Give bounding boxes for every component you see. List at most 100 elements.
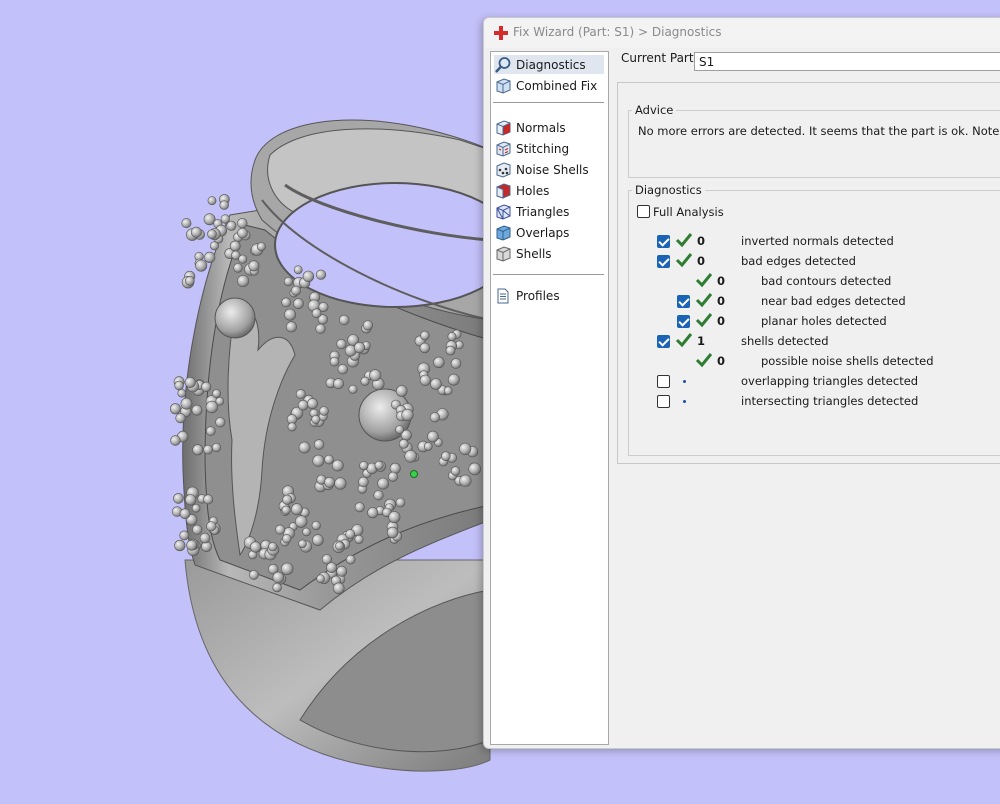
granulation-bead — [447, 373, 460, 386]
granulation-bead — [302, 527, 311, 537]
nav-separator — [493, 102, 604, 103]
granulation-bead — [192, 524, 203, 535]
shells-count: 1 — [697, 334, 706, 348]
granulation-bead — [184, 376, 196, 388]
intersecting-triangles-label: intersecting triangles detected — [741, 394, 919, 408]
granulation-bead — [212, 389, 221, 398]
granulation-bead — [433, 356, 445, 368]
nav-item-normals[interactable]: Normals — [494, 118, 604, 137]
granulation-bead — [201, 381, 212, 393]
nav-item-noise-shells[interactable]: Noise Shells — [494, 160, 604, 179]
granulation-bead — [388, 511, 401, 524]
nav-item-diagnostics[interactable]: Diagnostics — [494, 55, 604, 74]
nav-item-overlaps[interactable]: Overlaps — [494, 223, 604, 242]
nav-label: Holes — [516, 183, 550, 198]
granulation-bead — [297, 399, 309, 411]
granulation-bead — [179, 508, 191, 520]
granulation-bead — [272, 571, 285, 584]
pending-dot-icon — [683, 400, 686, 403]
overlapping-triangles-checkbox[interactable] — [657, 375, 670, 388]
nav-separator — [493, 274, 604, 275]
granulation-bead — [362, 320, 374, 331]
granulation-bead — [282, 494, 293, 505]
nav-label: Overlaps — [516, 225, 570, 240]
current-part-field[interactable]: S1 — [694, 52, 1000, 71]
granulation-bead — [191, 404, 203, 416]
granulation-bead — [401, 408, 414, 422]
check-icon — [675, 333, 693, 348]
nav-item-holes[interactable]: Holes — [494, 181, 604, 200]
granulation-bead — [315, 269, 327, 280]
nav-item-stitching[interactable]: Stitching — [494, 139, 604, 158]
intersecting-triangles-checkbox[interactable] — [657, 395, 670, 408]
granulation-bead — [295, 515, 308, 528]
granulation-bead — [226, 220, 237, 231]
red-cross-icon — [494, 26, 508, 40]
granulation-bead — [450, 358, 462, 369]
nav-item-combined-fix[interactable]: Combined Fix — [494, 76, 604, 95]
granulation-bead — [395, 497, 406, 508]
triangles-cube-icon — [496, 203, 511, 220]
granulation-bead — [345, 554, 356, 565]
check-icon — [695, 313, 713, 328]
granulation-bead — [229, 240, 241, 252]
granulation-bead — [237, 227, 248, 239]
granulation-bead — [326, 562, 337, 573]
granulation-bead — [319, 406, 329, 416]
granulation-bead — [311, 534, 324, 546]
granulation-bead — [369, 369, 382, 382]
planar-holes-checkbox[interactable] — [677, 315, 690, 328]
granulation-bead — [207, 196, 217, 206]
granulation-bead — [331, 459, 344, 472]
granulation-bead — [170, 435, 181, 446]
shells-checkbox[interactable] — [657, 335, 670, 348]
nav-label: Diagnostics — [516, 57, 586, 72]
granulation-bead — [290, 503, 303, 516]
granulation-bead — [211, 442, 222, 453]
granulation-bead — [345, 529, 356, 539]
nav-item-triangles[interactable]: Triangles — [494, 202, 604, 221]
granulation-bead — [336, 339, 347, 350]
nav-item-shells[interactable]: Shells — [494, 244, 604, 263]
granulation-bead — [272, 582, 282, 593]
planar-holes-label: planar holes detected — [761, 314, 887, 328]
granulation-bead — [185, 494, 197, 506]
granulation-bead — [459, 442, 472, 456]
diagnostics-title: Diagnostics — [632, 183, 705, 197]
granulation-bead — [336, 565, 348, 577]
granulation-bead — [291, 285, 301, 296]
granulation-bead — [358, 476, 369, 488]
near-bad-edges-checkbox[interactable] — [677, 295, 690, 308]
granulation-bead — [238, 254, 248, 264]
granulation-bead — [348, 384, 358, 394]
granulation-bead — [179, 530, 190, 541]
fix-wizard-dialog: Fix Wizard (Part: S1) > Diagnostics Diag… — [483, 17, 1000, 749]
planar-holes-count: 0 — [717, 314, 726, 328]
granulation-bead — [443, 386, 453, 396]
overlapping-triangles-label: overlapping triangles detected — [741, 374, 919, 388]
title-bar[interactable]: Fix Wizard (Part: S1) > Diagnostics — [484, 18, 1000, 48]
granulation-bead — [206, 521, 217, 532]
granulation-bead — [339, 314, 350, 326]
full-analysis-checkbox[interactable] — [637, 205, 650, 218]
granulation-bead — [177, 388, 187, 398]
shells-cube-icon — [496, 245, 511, 262]
granulation-bead — [174, 380, 184, 391]
granulation-bead — [207, 229, 217, 239]
granulation-bead — [281, 505, 291, 515]
granulation-bead — [248, 260, 260, 272]
bad-edges-checkbox[interactable] — [657, 255, 670, 268]
near-bad-edges-label: near bad edges detected — [761, 294, 906, 308]
granulation-bead — [203, 444, 213, 455]
granulation-bead — [367, 507, 379, 519]
current-part-label: Current Part: — [621, 51, 698, 65]
granulation-bead — [445, 345, 456, 356]
inverted-normals-checkbox[interactable] — [657, 235, 670, 248]
granulation-bead — [354, 502, 365, 513]
pending-dot-icon — [683, 380, 686, 383]
wizard-nav-panel: Diagnostics Combined Fix Normals Stitchi… — [490, 51, 609, 745]
granulation-bead — [373, 490, 384, 501]
nav-item-profiles[interactable]: Profiles — [494, 286, 604, 305]
cube-icon — [496, 77, 511, 94]
granulation-bead — [219, 200, 229, 210]
